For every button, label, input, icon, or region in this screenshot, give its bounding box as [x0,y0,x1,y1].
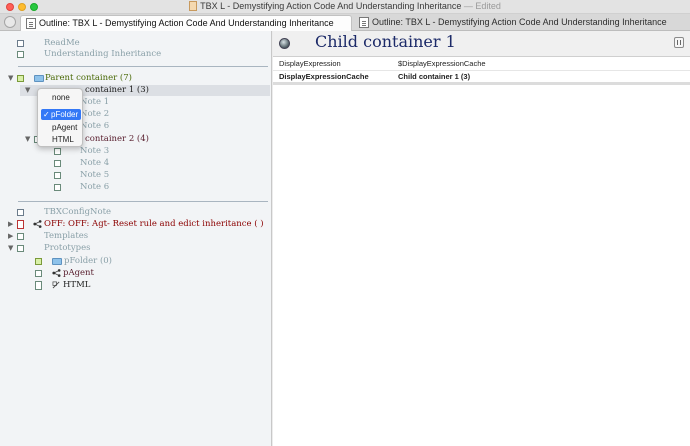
share-agent-icon [33,220,42,228]
outline-row-config[interactable]: TBXConfigNote [0,206,270,218]
outline-row-templates[interactable]: ▶ Templates [0,230,270,242]
note-title-bar: Child container 1 [273,31,690,57]
folder-icon [52,258,62,265]
tab-label: Outline: TBX L - Demystifying Action Cod… [372,17,667,27]
menu-item-html[interactable]: HTML [41,134,81,145]
outline-row-note6b[interactable]: Note 6 [0,181,270,193]
html-export-icon [52,281,60,289]
split-view-icon[interactable] [674,37,684,48]
triangle-right-icon[interactable]: ▶ [8,230,16,242]
attribute-row[interactable]: DisplayExpressionCache Child container 1… [273,70,690,82]
document-icon [189,1,198,11]
note-icon [54,160,61,167]
note-icon [17,233,24,240]
outline-row-note5[interactable]: Note 5 [0,169,270,181]
triangle-down-icon[interactable]: ▼ [8,72,16,84]
triangle-down-icon[interactable]: ▼ [25,84,33,96]
outline-row-html[interactable]: HTML [0,279,270,291]
text-pane: Child container 1 DisplayExpression $Dis… [273,31,690,446]
triangle-down-icon[interactable]: ▼ [25,133,33,145]
separator [18,201,268,202]
note-icon [35,281,42,290]
separator [18,66,268,67]
share-agent-icon [52,269,61,277]
note-icon [17,75,24,82]
outline-row-pagent[interactable]: pAgent [0,267,270,279]
note-icon [17,220,24,229]
prototype-popup-menu[interactable]: none ✓pFolder pAgent HTML [37,88,83,147]
note-title[interactable]: Child container 1 [315,32,456,51]
outline-row-understanding[interactable]: Understanding Inheritance [0,48,270,60]
outline-row-pfolder[interactable]: pFolder (0) [0,255,270,267]
edited-indicator: — Edited [461,1,501,11]
triangle-right-icon[interactable]: ▶ [8,218,16,230]
attribute-row[interactable]: DisplayExpression $DisplayExpressionCach… [273,58,690,70]
menu-item-pagent[interactable]: pAgent [41,122,81,133]
triangle-down-icon[interactable]: ▼ [8,242,16,254]
note-icon [54,148,61,155]
folder-icon [34,75,44,82]
tab-outline-1[interactable]: Outline: TBX L - Demystifying Action Cod… [20,15,352,31]
note-icon [17,209,24,216]
outline-view-icon [359,17,369,28]
outline-row-note4[interactable]: Note 4 [0,157,270,169]
outline-row-prototypes[interactable]: ▼ Prototypes [0,242,270,254]
title-bar: TBX L - Demystifying Action Code And Und… [0,0,690,14]
menu-item-pfolder[interactable]: ✓pFolder [41,109,81,120]
key-attributes-table: DisplayExpression $DisplayExpressionCach… [273,58,690,85]
note-icon [35,258,42,265]
menu-item-none[interactable]: none [41,92,81,103]
note-icon [35,270,42,277]
window-title: TBX L - Demystifying Action Code And Und… [0,1,690,11]
outline-view-icon [26,18,36,29]
outline-row-parent[interactable]: ▼ Parent container (7) [0,72,270,84]
note-icon [54,184,61,191]
note-icon [17,245,24,252]
tab-outline-2[interactable]: Outline: TBX L - Demystifying Action Cod… [354,15,690,31]
checkmark-icon: ✓ [43,110,50,119]
note-icon [17,40,24,47]
tab-overview-button[interactable] [4,16,16,28]
note-icon [54,172,61,179]
badge-icon[interactable] [279,38,290,49]
tab-label: Outline: TBX L - Demystifying Action Cod… [39,18,334,28]
note-icon [17,51,24,58]
outline-row-agent[interactable]: ▶ OFF: OFF: Agt- Reset rule and edict in… [0,218,270,230]
tab-bar: Outline: TBX L - Demystifying Action Cod… [0,14,690,31]
